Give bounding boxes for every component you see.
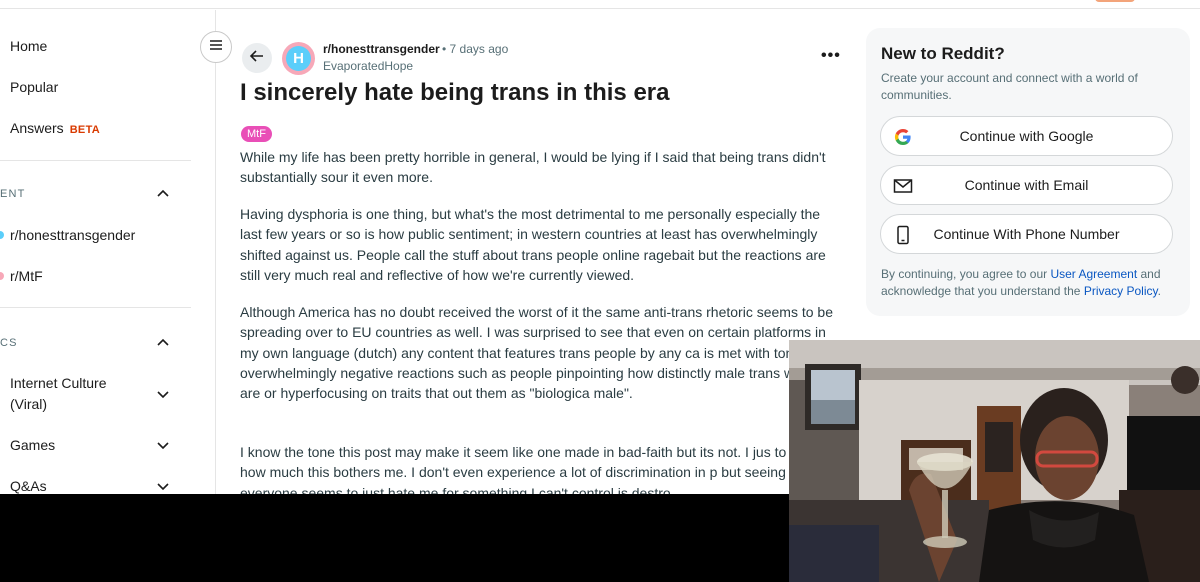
sidebar-item-honesttransgender[interactable]: r/honesttransgender <box>10 227 135 243</box>
legal-text: By continuing, you agree to our User Agr… <box>881 266 1181 300</box>
topic-label: Q&As <box>10 478 47 494</box>
nav-answers-label: Answers <box>10 120 64 136</box>
header-button-edge[interactable] <box>1095 0 1135 2</box>
subreddit-avatar[interactable]: H <box>282 42 315 75</box>
topics-section-header[interactable]: CS <box>0 337 18 349</box>
post-paragraph: Although America has no doubt received t… <box>240 304 833 402</box>
legal-suffix: . <box>1157 284 1161 298</box>
chevron-down-icon[interactable] <box>156 479 170 493</box>
signup-description: Create your account and connect with a w… <box>881 71 1138 102</box>
sidebar-item-label: r/honesttransgender <box>10 227 136 243</box>
post-paragraph: While my life has been pretty horrible i… <box>240 149 826 186</box>
sidebar-toggle-button[interactable] <box>200 31 232 63</box>
community-icon <box>0 272 4 280</box>
chevron-up-icon[interactable] <box>156 187 170 201</box>
topic-internet-culture[interactable]: Internet Culture (Viral) <box>10 373 140 415</box>
chevron-down-icon[interactable] <box>156 387 170 401</box>
h-logo-icon: H <box>286 46 311 71</box>
subreddit-link[interactable]: r/honesttransgender <box>323 42 440 56</box>
sidebar-divider <box>0 307 191 308</box>
black-bar <box>0 494 790 582</box>
nav-answers[interactable]: Answers BETA <box>10 120 100 136</box>
menu-icon <box>208 38 224 57</box>
beta-badge: BETA <box>69 124 101 136</box>
sidebar-divider <box>0 160 191 161</box>
arrow-left-icon <box>249 48 265 69</box>
post-paragraph: Having dysphoria is one thing, but what'… <box>240 206 826 283</box>
continue-google-button[interactable]: Continue with Google <box>880 116 1173 156</box>
top-header-edge <box>0 0 1200 9</box>
recent-section-header[interactable]: ENT <box>0 188 26 200</box>
topic-label: Internet Culture (Viral) <box>10 375 107 412</box>
nav-popular-label: Popular <box>10 79 59 95</box>
signup-title: New to Reddit? <box>881 44 1005 63</box>
topic-qas[interactable]: Q&As <box>10 476 47 494</box>
webcam-overlay <box>789 340 1200 582</box>
chevron-down-icon[interactable] <box>156 438 170 452</box>
webcam-scene <box>789 340 1200 582</box>
nav-home-label: Home <box>10 38 48 54</box>
signup-panel: New to Reddit? Create your account and c… <box>866 28 1190 316</box>
left-sidebar: Home Popular Answers BETA ENT r/honesttra… <box>0 10 216 494</box>
sidebar-item-label: r/MtF <box>10 268 43 284</box>
screen: Home Popular Answers BETA ENT r/honesttra… <box>0 0 1200 582</box>
topic-label: Games <box>10 437 56 453</box>
author-link[interactable]: EvaporatedHope <box>323 59 413 73</box>
google-label: Continue with Google <box>959 128 1094 144</box>
nav-home[interactable]: Home <box>10 38 47 54</box>
phone-label: Continue With Phone Number <box>933 226 1120 242</box>
sidebar-item-mtf[interactable]: r/MtF <box>10 268 43 284</box>
post-title: I sincerely hate being trans in this era <box>240 79 670 106</box>
nav-popular[interactable]: Popular <box>10 79 58 95</box>
legal-prefix: By continuing, you agree to our <box>881 267 1051 281</box>
continue-phone-button[interactable]: Continue With Phone Number <box>880 214 1173 254</box>
continue-email-button[interactable]: Continue with Email <box>880 165 1173 205</box>
back-button[interactable] <box>242 43 272 73</box>
chevron-up-icon[interactable] <box>156 336 170 350</box>
post-flair[interactable]: MtF <box>241 126 272 142</box>
email-label: Continue with Email <box>964 177 1089 193</box>
more-options-button[interactable]: ••• <box>821 47 841 65</box>
post-timestamp: • 7 days ago <box>442 42 509 56</box>
community-icon <box>0 231 4 239</box>
topic-games[interactable]: Games <box>10 435 55 456</box>
user-agreement-link[interactable]: User Agreement <box>1050 267 1137 281</box>
privacy-policy-link[interactable]: Privacy Policy <box>1084 284 1158 298</box>
